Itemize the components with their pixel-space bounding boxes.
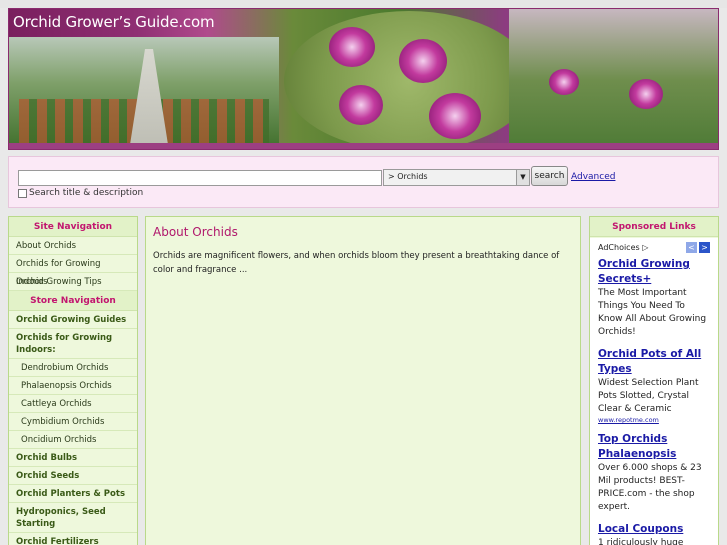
orchid-flower-image <box>329 27 375 67</box>
site-header-banner[interactable]: Orchid Grower’s Guide.com <box>8 8 719 150</box>
ad-navigation: < > <box>686 242 710 253</box>
search-input[interactable] <box>18 170 382 186</box>
store-item-hydroponics[interactable]: Hydroponics, Seed Starting <box>9 503 137 533</box>
nav-item-about-orchids[interactable]: About Orchids <box>9 237 137 255</box>
ad-title-link[interactable]: Top Orchids Phalaenopsis <box>598 432 710 462</box>
store-navigation-heading: Store Navigation <box>9 291 137 311</box>
store-item-oncidium[interactable]: Oncidium Orchids <box>9 431 137 449</box>
search-description-option: Search title & description <box>18 188 143 198</box>
adchoices-row: AdChoices ▷ < > <box>598 242 710 253</box>
store-item-phalaenopsis[interactable]: Phalaenopsis Orchids <box>9 377 137 395</box>
ad-item: Local Coupons 1 ridiculously huge <box>598 522 710 545</box>
site-navigation-heading: Site Navigation <box>9 217 137 237</box>
category-selected-value: > Orchids <box>388 172 428 181</box>
nav-item-orchids-indoors[interactable]: Orchids for Growing Indoors <box>9 255 137 287</box>
orchid-flower-image <box>629 79 663 109</box>
ad-item: Top Orchids Phalaenopsis Over 6.000 shop… <box>598 432 710 514</box>
ad-block: AdChoices ▷ < > Orchid Growing Secrets+ … <box>590 238 718 545</box>
ad-description: Over 6.000 shops & 23 Mil products! BEST… <box>598 463 702 512</box>
page-intro-text: Orchids are magnificent flowers, and whe… <box>153 251 560 275</box>
search-bar: > Orchids ▼ search Advanced Search title… <box>8 156 719 208</box>
search-button[interactable]: search <box>531 166 568 186</box>
header-bottom-bar <box>9 143 718 149</box>
ad-description: 1 ridiculously huge <box>598 538 684 545</box>
right-sidebar: Sponsored Links AdChoices ▷ < > Orchid G… <box>589 216 719 545</box>
store-item-growing-guides[interactable]: Orchid Growing Guides <box>9 311 137 329</box>
ad-title-link[interactable]: Local Coupons <box>598 522 710 537</box>
next-ad-icon[interactable]: > <box>699 242 710 253</box>
ad-item: Orchid Pots of All Types Widest Selectio… <box>598 347 710 424</box>
store-item-bulbs[interactable]: Orchid Bulbs <box>9 449 137 467</box>
browser-top-strip <box>0 0 727 8</box>
store-item-seeds[interactable]: Orchid Seeds <box>9 467 137 485</box>
ad-title-link[interactable]: Orchid Pots of All Types <box>598 347 710 377</box>
store-item-planters-pots[interactable]: Orchid Planters & Pots <box>9 485 137 503</box>
left-sidebar: Site Navigation About Orchids Orchids fo… <box>8 216 138 545</box>
store-item-cattleya[interactable]: Cattleya Orchids <box>9 395 137 413</box>
store-item-cymbidium[interactable]: Cymbidium Orchids <box>9 413 137 431</box>
dropdown-arrow-icon: ▼ <box>516 170 529 185</box>
adchoices-label[interactable]: AdChoices ▷ <box>598 243 648 252</box>
store-item-fertilizers[interactable]: Orchid Fertilizers <box>9 533 137 545</box>
sponsored-links-heading: Sponsored Links <box>590 217 718 237</box>
ad-title-link[interactable]: Orchid Growing Secrets+ <box>598 257 710 287</box>
main-content: About Orchids Orchids are magnificent fl… <box>145 216 581 545</box>
orchid-flower-image <box>339 85 383 125</box>
page-title: About Orchids <box>153 225 238 239</box>
category-select[interactable]: > Orchids ▼ <box>383 169 530 186</box>
search-description-checkbox[interactable] <box>18 188 27 198</box>
prev-ad-icon[interactable]: < <box>686 242 697 253</box>
orchid-leaf-photo <box>284 11 534 149</box>
search-description-label: Search title & description <box>29 188 144 198</box>
ad-description: The Most Important Things You Need To Kn… <box>598 288 707 337</box>
advanced-search-link[interactable]: Advanced <box>571 172 615 182</box>
ad-description: Widest Selection Plant Pots Slotted, Cry… <box>598 378 699 414</box>
orchid-flower-image <box>399 39 447 83</box>
orchid-flower-image <box>549 69 579 95</box>
ad-url-link[interactable]: www.repotme.com <box>598 416 710 424</box>
ad-item: Orchid Growing Secrets+ The Most Importa… <box>598 257 710 339</box>
store-item-dendrobium[interactable]: Dendrobium Orchids <box>9 359 137 377</box>
site-title[interactable]: Orchid Grower’s Guide.com <box>13 13 215 31</box>
nav-item-growing-tips[interactable]: Orchid Growing Tips <box>9 273 137 291</box>
orchid-flower-image <box>429 93 481 139</box>
store-item-orchids-indoors[interactable]: Orchids for Growing Indoors: <box>9 329 137 359</box>
garden-photo <box>509 9 718 149</box>
adchoices-icon: ▷ <box>642 243 649 252</box>
